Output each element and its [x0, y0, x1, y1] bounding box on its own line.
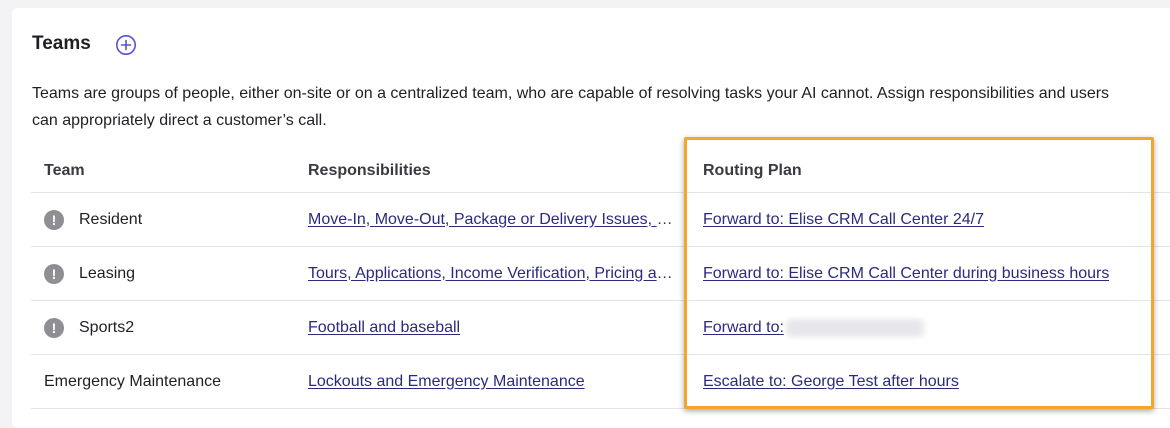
- routing-plan-cell: Escalate to: George Test after hours: [703, 355, 1170, 408]
- table-row: ! Sports2 Football and baseball Forward …: [31, 301, 1170, 355]
- add-team-button[interactable]: [115, 34, 137, 56]
- routing-plan-cell: Forward to:: [703, 301, 1170, 354]
- team-name: Leasing: [79, 264, 136, 282]
- description-line: can appropriately direct a customer’s ca…: [32, 112, 327, 129]
- exclamation-circle-icon: !: [44, 317, 64, 338]
- table-row: Emergency Maintenance Lockouts and Emerg…: [31, 355, 1170, 409]
- description-line: Teams are groups of people, either on-si…: [32, 85, 1110, 102]
- team-name: Emergency Maintenance: [44, 372, 221, 390]
- redacted-phone-number: [785, 318, 924, 337]
- routing-plan-cell: Forward to: Elise CRM Call Center during…: [703, 247, 1170, 300]
- responsibilities-link[interactable]: Football and baseball: [308, 319, 460, 337]
- routing-plan-link[interactable]: Forward to: Elise CRM Call Center 24/7: [703, 211, 984, 229]
- exclamation-circle-icon: !: [44, 209, 64, 230]
- responsibilities-link[interactable]: Tours, Applications, Income Verification…: [308, 265, 678, 283]
- column-header-routing-plan: Routing Plan: [703, 161, 802, 179]
- panel-header: Teams: [32, 33, 91, 55]
- responsibilities-cell: Lockouts and Emergency Maintenance: [308, 355, 678, 408]
- table-header-row: Team Responsibilities Routing Plan: [31, 145, 1170, 193]
- team-name: Resident: [79, 210, 143, 228]
- column-header-team: Team: [44, 161, 85, 179]
- responsibilities-cell: Football and baseball: [308, 301, 678, 354]
- team-cell: ! Resident: [44, 193, 294, 246]
- routing-plan-link[interactable]: Escalate to: George Test after hours: [703, 373, 959, 391]
- teams-description: Teams are groups of people, either on-si…: [32, 80, 1170, 134]
- responsibilities-link[interactable]: Move-In, Move-Out, Package or Delivery I…: [308, 211, 678, 229]
- team-cell: ! Sports2: [44, 301, 294, 354]
- responsibilities-cell: Tours, Applications, Income Verification…: [308, 247, 678, 300]
- routing-plan-cell: Forward to: Elise CRM Call Center 24/7: [703, 193, 1170, 246]
- routing-plan-link[interactable]: Forward to:: [703, 319, 784, 337]
- column-header-responsibilities: Responsibilities: [308, 161, 431, 179]
- team-cell: ! Leasing: [44, 247, 294, 300]
- team-name: Sports2: [79, 318, 135, 336]
- table-row: ! Leasing Tours, Applications, Income Ve…: [31, 247, 1170, 301]
- table-row: ! Resident Move-In, Move-Out, Package or…: [31, 193, 1170, 247]
- exclamation-circle-icon: !: [44, 263, 64, 284]
- plus-circle-icon: [116, 35, 136, 55]
- responsibilities-link[interactable]: Lockouts and Emergency Maintenance: [308, 373, 585, 391]
- team-cell: Emergency Maintenance: [44, 355, 294, 408]
- page-title: Teams: [32, 33, 91, 54]
- responsibilities-cell: Move-In, Move-Out, Package or Delivery I…: [308, 193, 678, 246]
- teams-table: Team Responsibilities Routing Plan ! Res…: [31, 145, 1170, 409]
- routing-plan-link[interactable]: Forward to: Elise CRM Call Center during…: [703, 265, 1109, 283]
